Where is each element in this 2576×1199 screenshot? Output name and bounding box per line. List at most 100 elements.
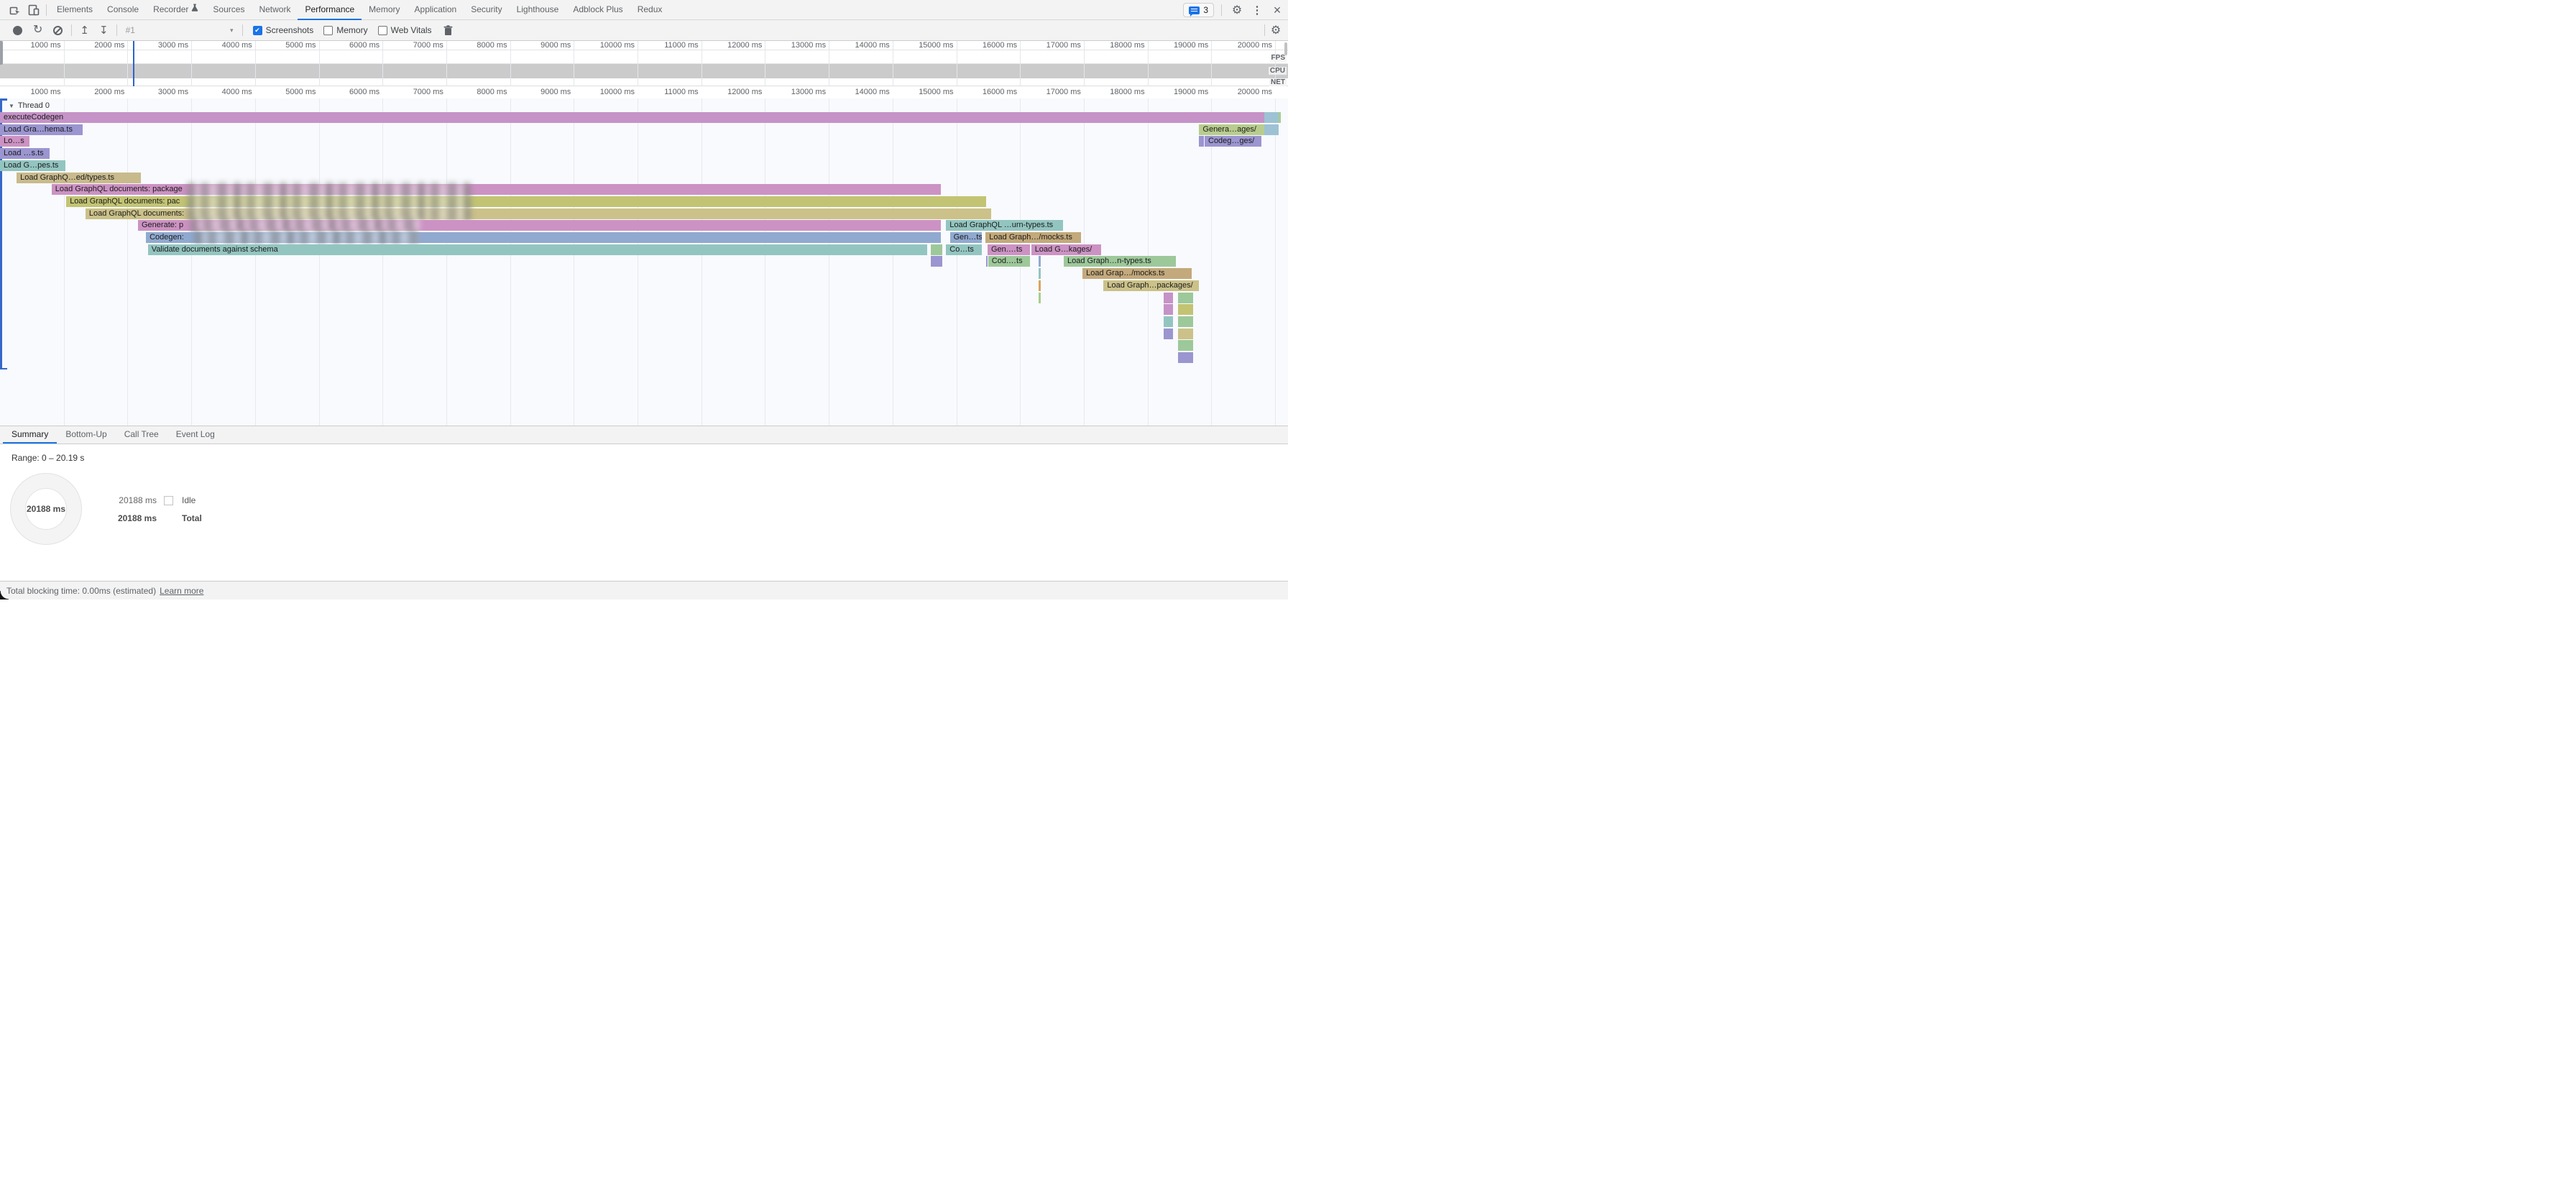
flame-bar[interactable]: Load G…kages/: [1031, 244, 1101, 255]
overview-left-drag-handle[interactable]: [0, 41, 3, 65]
flame-bar[interactable]: Co…ts: [946, 244, 982, 255]
flame-bar-small[interactable]: [1178, 316, 1192, 327]
flame-bar[interactable]: Load GraphQL …urn-types.ts: [946, 220, 1062, 231]
summary-panel: Range: 0 – 20.19 s 20188 ms 20188 msIdle…: [0, 444, 1288, 581]
checkbox-web-vitals[interactable]: Web Vitals: [378, 25, 432, 35]
flame-bar-small[interactable]: [1264, 112, 1279, 123]
flame-bar-small[interactable]: [931, 256, 942, 267]
flame-bar[interactable]: Load GraphQL documents:: [86, 208, 991, 219]
flame-bar[interactable]: Load Graph…/mocks.ts: [985, 232, 1081, 243]
flame-bar-small[interactable]: [1178, 352, 1192, 363]
flame-bar[interactable]: Load G…pes.ts: [0, 160, 65, 171]
flame-bar[interactable]: Gen…ts: [950, 232, 982, 243]
timeline-overview[interactable]: 1000 ms2000 ms3000 ms4000 ms5000 ms6000 …: [0, 41, 1288, 86]
tab-console[interactable]: Console: [100, 0, 146, 20]
flame-bar[interactable]: Genera…ages/: [1199, 124, 1264, 135]
trash-icon[interactable]: [439, 22, 458, 39]
flame-bar-small[interactable]: [1039, 256, 1041, 267]
profile-select[interactable]: #1 ▾: [126, 25, 234, 35]
issues-badge[interactable]: 3: [1183, 3, 1214, 17]
checkbox-screenshots[interactable]: ✔Screenshots: [253, 25, 314, 35]
flame-bar-label: Genera…ages/: [1199, 124, 1264, 135]
summary-donut-hole: 20188 ms: [25, 488, 67, 530]
tab-redux[interactable]: Redux: [630, 0, 670, 20]
flame-bar-small[interactable]: [1164, 316, 1173, 327]
flame-bar[interactable]: Codeg…ges/: [1205, 136, 1261, 147]
flame-bar[interactable]: Load Gra…hema.ts: [0, 124, 83, 135]
tick-label: 8000 ms: [453, 88, 507, 96]
tab-application[interactable]: Application: [408, 0, 464, 20]
checkbox-label: Screenshots: [266, 25, 314, 35]
tick-label: 15000 ms: [899, 41, 954, 50]
device-toolbar-icon[interactable]: [24, 1, 43, 19]
save-profile-icon[interactable]: ↧: [99, 25, 109, 36]
flame-bar[interactable]: Load GraphQL documents: pac: [66, 196, 986, 207]
flame-bar[interactable]: Load GraphQL documents: package: [52, 184, 941, 195]
flame-bar-small[interactable]: [1039, 268, 1041, 279]
flame-bar-small[interactable]: [1164, 293, 1173, 303]
tick-label: 8000 ms: [453, 41, 507, 50]
tab-memory[interactable]: Memory: [362, 0, 407, 20]
tab-lighthouse[interactable]: Lighthouse: [510, 0, 566, 20]
tick-label: 10000 ms: [580, 41, 635, 50]
reload-and-record-icon[interactable]: ↻: [33, 24, 42, 36]
tab-security[interactable]: Security: [464, 0, 509, 20]
summary-tab-summary[interactable]: Summary: [3, 426, 57, 444]
flame-bar-small[interactable]: [931, 244, 942, 255]
close-devtools-icon[interactable]: ×: [1269, 3, 1285, 18]
flame-bar[interactable]: executeCodegen: [0, 112, 1264, 123]
toolbar-divider: [116, 24, 117, 36]
flame-bar[interactable]: Load Grap…/mocks.ts: [1082, 268, 1192, 279]
flame-bar-small[interactable]: [1264, 124, 1279, 135]
record-button[interactable]: [13, 26, 22, 35]
gridline: [446, 98, 447, 426]
capture-settings-gear-icon[interactable]: ⚙: [1268, 23, 1284, 37]
flame-bar-small[interactable]: [1178, 293, 1192, 303]
overview-scrollbar[interactable]: [1284, 42, 1287, 55]
settings-gear-icon[interactable]: ⚙: [1229, 3, 1245, 17]
tab-performance[interactable]: Performance: [298, 0, 362, 20]
flame-bar-small[interactable]: [1039, 293, 1041, 303]
status-footer: Total blocking time: 0.00ms (estimated) …: [0, 581, 1288, 600]
flame-bar[interactable]: Validate documents against schema: [148, 244, 927, 255]
inspect-element-icon[interactable]: [6, 1, 24, 19]
lane-label-cpu: CPU: [1269, 67, 1287, 75]
flame-bar[interactable]: Lo…s: [0, 136, 29, 147]
flame-chart[interactable]: 1000 ms2000 ms3000 ms4000 ms5000 ms6000 …: [0, 86, 1288, 426]
flame-bar-small[interactable]: [1199, 136, 1204, 147]
tab-network[interactable]: Network: [252, 0, 298, 20]
tab-elements[interactable]: Elements: [50, 0, 100, 20]
flame-bar-small[interactable]: [1039, 280, 1041, 291]
main-tabs: ElementsConsoleRecorderSources Network Per…: [50, 0, 669, 20]
flame-bar-small[interactable]: [1178, 329, 1192, 339]
flame-bar-small[interactable]: [1164, 329, 1173, 339]
flame-bar[interactable]: Generate: p: [138, 220, 941, 231]
tab-recorder[interactable]: Recorder: [146, 0, 206, 20]
flame-bar-small[interactable]: [1164, 304, 1173, 315]
thread-header[interactable]: ▼ Thread 0: [9, 101, 50, 110]
devtools-window: ElementsConsoleRecorderSources Network Per…: [0, 0, 1288, 600]
flame-bar-small[interactable]: [1279, 112, 1281, 123]
flame-bar[interactable]: Load Graph…packages/: [1103, 280, 1199, 291]
checkbox-memory[interactable]: Memory: [323, 25, 367, 35]
flame-bar-small[interactable]: [1178, 340, 1192, 351]
flame-bar[interactable]: Codegen:: [146, 232, 941, 243]
summary-tab-call-tree[interactable]: Call Tree: [116, 426, 167, 444]
learn-more-link[interactable]: Learn more: [160, 586, 203, 596]
flame-bar[interactable]: Load Graph…n-types.ts: [1064, 256, 1176, 267]
flame-bar[interactable]: Cod.…ts: [988, 256, 1030, 267]
summary-tab-bottom-up[interactable]: Bottom-Up: [57, 426, 115, 444]
tabbar-right-divider: [1221, 4, 1222, 16]
gridline: [446, 41, 447, 86]
flame-bar[interactable]: Load …s.ts: [0, 148, 50, 159]
tab-sources[interactable]: Sources: [206, 0, 252, 20]
tab-label: Network: [259, 4, 290, 14]
flame-bar[interactable]: Load GraphQ…ed/types.ts: [17, 173, 141, 183]
flame-bar[interactable]: Gen.…ts: [988, 244, 1030, 255]
tab-adblock-plus[interactable]: Adblock Plus: [566, 0, 630, 20]
clear-recording-icon[interactable]: [53, 26, 63, 35]
summary-tab-event-log[interactable]: Event Log: [167, 426, 224, 444]
flame-bar-small[interactable]: [1178, 304, 1192, 315]
more-options-kebab-icon[interactable]: ⋮: [1249, 4, 1265, 17]
load-profile-icon[interactable]: ↥: [80, 25, 89, 36]
